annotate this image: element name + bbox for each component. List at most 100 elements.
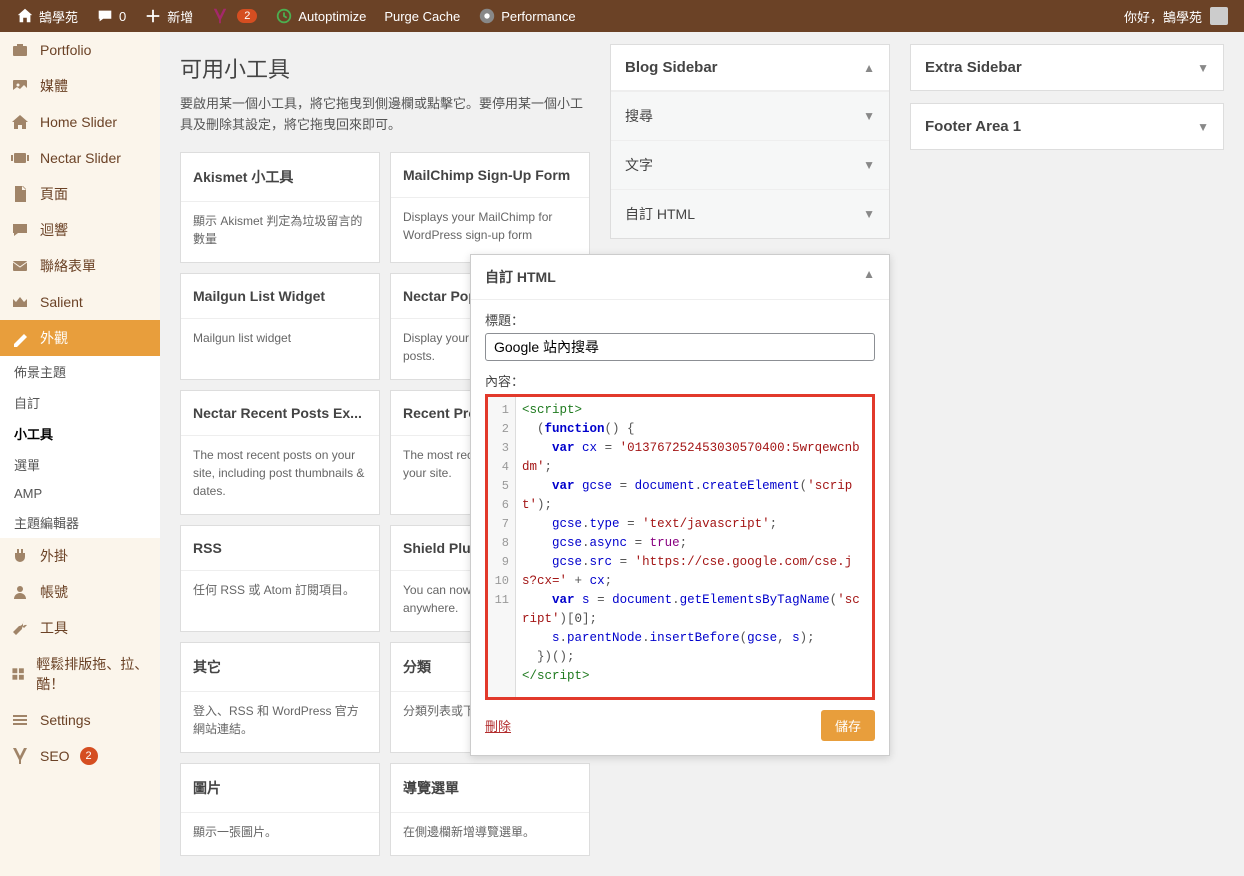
- comments-count: 0: [119, 9, 126, 24]
- sidebar-item-slider[interactable]: Nectar Slider: [0, 140, 160, 176]
- sidebar-sub-item[interactable]: 佈景主題: [0, 356, 160, 387]
- sidebar-sub-item[interactable]: 選單: [0, 449, 160, 480]
- settings-icon: [10, 710, 30, 730]
- available-widget[interactable]: MailChimp Sign-Up FormDisplays your Mail…: [390, 152, 590, 263]
- purge-cache-link[interactable]: Purge Cache: [376, 0, 468, 32]
- title-label: 標題：: [485, 310, 875, 329]
- available-widget[interactable]: 導覽選單在側邊欄新增導覽選單。: [390, 763, 590, 856]
- sidebar-item-mail[interactable]: 聯絡表單: [0, 248, 160, 284]
- chevron-down-icon: ▼: [1197, 120, 1209, 134]
- avatar[interactable]: [1210, 7, 1228, 25]
- available-widget[interactable]: Mailgun List WidgetMailgun list widget: [180, 273, 380, 380]
- sidebar-sub-item[interactable]: AMP: [0, 480, 160, 507]
- sidebar-item-seo[interactable]: SEO2: [0, 738, 160, 774]
- widget-desc: 在側邊欄新增導覽選單。: [391, 813, 589, 855]
- toolbar-left: 鵠學苑 0 新增 2 Autoptimize Purge Cache Perfo…: [8, 0, 584, 32]
- widget-name: Akismet 小工具: [181, 153, 379, 202]
- add-new-link[interactable]: 新增: [136, 0, 201, 32]
- sidebar-item-settings[interactable]: Settings: [0, 702, 160, 738]
- content-label: 內容：: [485, 371, 875, 390]
- tools-icon: [10, 618, 30, 638]
- slider-icon: [10, 148, 30, 168]
- sidebar-item-tools[interactable]: 工具: [0, 610, 160, 646]
- widget-desc: The most recent posts on your site, incl…: [181, 436, 379, 514]
- available-widget[interactable]: Akismet 小工具顯示 Akismet 判定為垃圾留言的數量: [180, 152, 380, 263]
- sidebar-item-media[interactable]: 媒體: [0, 68, 160, 104]
- editor-head[interactable]: 自訂 HTML ▲: [471, 255, 889, 300]
- placed-widget-head[interactable]: 搜尋 ▼: [611, 92, 889, 140]
- sidebar-item-label: 迴響: [40, 220, 68, 240]
- sidebar-item-pages[interactable]: 頁面: [0, 176, 160, 212]
- code-editor[interactable]: 1234567891011 <script> (function() { var…: [485, 394, 875, 700]
- available-widget[interactable]: 其它登入、RSS 和 WordPress 官方網站連結。: [180, 642, 380, 753]
- purge-cache-label: Purge Cache: [384, 9, 460, 24]
- sidebar-sub-item[interactable]: 自訂: [0, 387, 160, 418]
- sidebar-item-label: 媒體: [40, 76, 68, 96]
- performance-icon: [478, 7, 496, 25]
- sidebar-item-plugin[interactable]: 外掛: [0, 538, 160, 574]
- performance-label: Performance: [501, 9, 575, 24]
- mail-icon: [10, 256, 30, 276]
- sidebar-item-layout[interactable]: 輕鬆排版拖、拉、酷！: [0, 646, 160, 702]
- footer-area-head[interactable]: Footer Area 1 ▼: [911, 104, 1223, 149]
- page-title: 可用小工具: [180, 52, 590, 84]
- site-link[interactable]: 鵠學苑: [8, 0, 86, 32]
- html-widget-editor: 自訂 HTML ▲ 標題： 內容： 1234567891011 <script>…: [470, 254, 890, 756]
- blog-sidebar-head[interactable]: Blog Sidebar ▲: [611, 45, 889, 90]
- chevron-down-icon: ▼: [863, 207, 875, 221]
- sidebar-item-appearance[interactable]: 外觀: [0, 320, 160, 356]
- widget-name: MailChimp Sign-Up Form: [391, 153, 589, 198]
- toolbar-right: 你好，鵠學苑: [1124, 7, 1236, 26]
- available-widget[interactable]: Nectar Recent Posts Ex...The most recent…: [180, 390, 380, 515]
- media-icon: [10, 76, 30, 96]
- blog-sidebar-column: Blog Sidebar ▲ 搜尋▼文字▼自訂 HTML▼ 自訂 HTML ▲ …: [610, 44, 890, 251]
- sidebar-item-crown[interactable]: Salient: [0, 284, 160, 320]
- sidebar-item-label: 外觀: [40, 328, 68, 348]
- autoptimize-label: Autoptimize: [298, 9, 366, 24]
- sidebar-item-portfolio[interactable]: Portfolio: [0, 32, 160, 68]
- widget-name: 圖片: [181, 764, 379, 813]
- sidebar-item-home[interactable]: Home Slider: [0, 104, 160, 140]
- blog-sidebar-panel: Blog Sidebar ▲ 搜尋▼文字▼自訂 HTML▼: [610, 44, 890, 239]
- placed-widget-head[interactable]: 自訂 HTML▼: [611, 190, 889, 238]
- widget-desc: Mailgun list widget: [181, 319, 379, 361]
- add-new-label: 新增: [167, 7, 193, 26]
- sidebar-sub-item[interactable]: 主題編輯器: [0, 507, 160, 538]
- save-button[interactable]: 儲存: [821, 710, 875, 741]
- available-widget[interactable]: RSS任何 RSS 或 Atom 訂閱項目。: [180, 525, 380, 632]
- sidebar-sub-item[interactable]: 小工具: [0, 418, 160, 449]
- extra-sidebar-panel: Extra Sidebar ▼: [910, 44, 1224, 91]
- extra-sidebar-head[interactable]: Extra Sidebar ▼: [911, 45, 1223, 90]
- footer-area-panel: Footer Area 1 ▼: [910, 103, 1224, 150]
- performance-link[interactable]: Performance: [470, 0, 583, 32]
- delete-link[interactable]: 刪除: [485, 716, 511, 735]
- code-content[interactable]: <script> (function() { var cx = '0137672…: [516, 397, 872, 697]
- placed-widget-title: 文字: [625, 155, 653, 175]
- portfolio-icon: [10, 40, 30, 60]
- yoast-link[interactable]: 2: [203, 0, 265, 32]
- chevron-down-icon: ▼: [863, 109, 875, 123]
- admin-toolbar: 鵠學苑 0 新增 2 Autoptimize Purge Cache Perfo…: [0, 0, 1244, 32]
- chevron-up-icon: ▲: [863, 267, 875, 287]
- available-widget[interactable]: 圖片顯示一張圖片。: [180, 763, 380, 856]
- seo-badge: 2: [80, 747, 98, 765]
- pages-icon: [10, 184, 30, 204]
- sidebar-item-label: Portfolio: [40, 42, 91, 58]
- widget-title-input[interactable]: [485, 333, 875, 361]
- sidebar-item-label: Settings: [40, 712, 91, 728]
- chevron-down-icon: ▼: [863, 158, 875, 172]
- greeting[interactable]: 你好，鵠學苑: [1124, 7, 1202, 26]
- comments-link[interactable]: 0: [88, 0, 134, 32]
- home-icon: [10, 112, 30, 132]
- placed-widget-head[interactable]: 文字 ▼: [611, 141, 889, 189]
- widget-desc: 顯示 Akismet 判定為垃圾留言的數量: [181, 202, 379, 262]
- page-desc: 要啟用某一個小工具，將它拖曳到側邊欄或點擊它。要停用某一個小工具及刪除其設定，將…: [180, 94, 590, 136]
- plus-icon: [144, 7, 162, 25]
- sidebar-item-label: 聯絡表單: [40, 256, 96, 276]
- sidebar-item-comments[interactable]: 迴響: [0, 212, 160, 248]
- autoptimize-link[interactable]: Autoptimize: [267, 0, 374, 32]
- sidebar-item-label: 工具: [40, 618, 68, 638]
- comment-icon: [96, 7, 114, 25]
- sidebar-item-users[interactable]: 帳號: [0, 574, 160, 610]
- placed-widget-title: 搜尋: [625, 106, 653, 126]
